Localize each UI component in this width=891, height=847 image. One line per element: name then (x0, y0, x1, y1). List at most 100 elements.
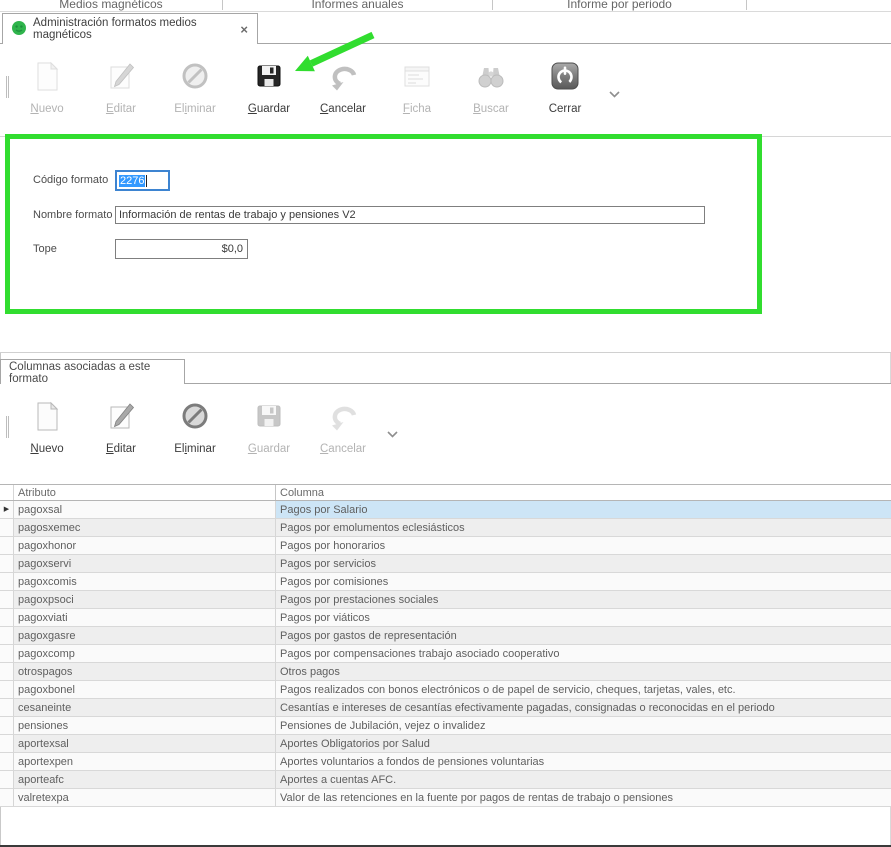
cell-columna[interactable]: Pagos por compensaciones trabajo asociad… (276, 645, 891, 663)
codigo-formato-input[interactable]: 2276 (115, 170, 170, 191)
columns-grid: Atributo Columna ▶ pagoxsal Pagos por Sa… (0, 484, 891, 807)
cell-atributo[interactable]: pagoxgasre (14, 627, 276, 645)
row-selector: ▶ (0, 501, 14, 519)
toolbar-button-label: Ficha (403, 103, 431, 115)
cell-atributo[interactable]: pagoxsal (14, 501, 276, 519)
tab-columnas-asociadas[interactable]: Columnas asociadas a este formato (0, 359, 185, 385)
table-row[interactable]: pagoxcomis Pagos por comisiones (0, 573, 891, 591)
undo-arrow-icon (326, 59, 360, 93)
table-row[interactable]: pagoxpsoci Pagos por prestaciones social… (0, 591, 891, 609)
cell-columna[interactable]: Pagos por viáticos (276, 609, 891, 627)
table-row[interactable]: pagosxemec Pagos por emolumentos eclesiá… (0, 519, 891, 537)
secondary-toolbar: Nuevo Editar Eliminar (0, 384, 891, 484)
cell-columna[interactable]: Aportes a cuentas AFC. (276, 771, 891, 789)
edit-pencil-icon (104, 59, 138, 93)
cell-columna[interactable]: Aportes Obligatorios por Salud (276, 735, 891, 753)
table-row[interactable]: pagoxgasre Pagos por gastos de represent… (0, 627, 891, 645)
cell-columna[interactable]: Pagos por emolumentos eclesiásticos (276, 519, 891, 537)
row-selector (0, 609, 14, 627)
cell-atributo[interactable]: pagoxbonel (14, 681, 276, 699)
row-selector (0, 555, 14, 573)
cell-columna[interactable]: Cesantías e intereses de cesantías efect… (276, 699, 891, 717)
table-row[interactable]: pagoxcomp Pagos por compensaciones traba… (0, 645, 891, 663)
forbidden-icon (178, 399, 212, 433)
table-row[interactable]: pagoxservi Pagos por servicios (0, 555, 891, 573)
table-row[interactable]: pagoxhonor Pagos por honorarios (0, 537, 891, 555)
table-row[interactable]: valretexpa Valor de las retenciones en l… (0, 789, 891, 807)
cell-atributo[interactable]: otrospagos (14, 663, 276, 681)
column-header-atributo[interactable]: Atributo (14, 485, 276, 500)
save-floppy-icon (252, 59, 286, 93)
cell-atributo[interactable]: pagoxhonor (14, 537, 276, 555)
cell-columna[interactable]: Pensiones de Jubilación, vejez o invalid… (276, 717, 891, 735)
row-selector (0, 717, 14, 735)
tab-administracion-formatos[interactable]: Administración formatos medios magnético… (2, 13, 258, 44)
cell-columna[interactable]: Pagos por gastos de representación (276, 627, 891, 645)
cell-atributo[interactable]: cesaneinte (14, 699, 276, 717)
cerrar-button[interactable]: Cerrar (529, 59, 601, 115)
toolbar-button-label: Guardar (248, 103, 290, 115)
nuevo-button-2[interactable]: Nuevo (11, 399, 83, 455)
ficha-button: Ficha (381, 59, 453, 115)
cell-columna[interactable]: Aportes voluntarios a fondos de pensione… (276, 753, 891, 771)
toolbar-button-label: Editar (106, 443, 136, 455)
table-row[interactable]: aportexpen Aportes voluntarios a fondos … (0, 753, 891, 771)
edit-pencil-icon (104, 399, 138, 433)
cell-atributo[interactable]: pagoxcomis (14, 573, 276, 591)
cell-columna[interactable]: Pagos por comisiones (276, 573, 891, 591)
editar-button-2[interactable]: Editar (85, 399, 157, 455)
menu-item-informes-anuales[interactable]: Informes anuales (223, 0, 492, 11)
cell-atributo[interactable]: valretexpa (14, 789, 276, 807)
table-row[interactable]: pensiones Pensiones de Jubilación, vejez… (0, 717, 891, 735)
toolbar-grip[interactable] (6, 76, 9, 98)
cancelar-button[interactable]: Cancelar (307, 59, 379, 115)
cell-columna[interactable]: Pagos por honorarios (276, 537, 891, 555)
table-row[interactable]: pagoxbonel Pagos realizados con bonos el… (0, 681, 891, 699)
menu-item-informe-por-periodo[interactable]: Informe por periodo (493, 0, 746, 11)
cell-atributo[interactable]: pagoxviati (14, 609, 276, 627)
cell-atributo[interactable]: aporteafc (14, 771, 276, 789)
cell-atributo[interactable]: aportexsal (14, 735, 276, 753)
chevron-down-icon[interactable] (609, 85, 620, 103)
cell-columna[interactable]: Otros pagos (276, 663, 891, 681)
cell-columna[interactable]: Pagos por servicios (276, 555, 891, 573)
table-row[interactable]: pagoxviati Pagos por viáticos (0, 609, 891, 627)
cell-columna[interactable]: Valor de las retenciones en la fuente po… (276, 789, 891, 807)
table-row[interactable]: aportexsal Aportes Obligatorios por Salu… (0, 735, 891, 753)
save-floppy-icon (252, 399, 286, 433)
toolbar-button-label: Buscar (473, 103, 509, 115)
table-row[interactable]: otrospagos Otros pagos (0, 663, 891, 681)
format-form: Código formato 2276 Nombre formato Infor… (0, 137, 891, 352)
cell-columna[interactable]: Pagos por Salario (276, 501, 891, 519)
guardar-button-2: Guardar (233, 399, 305, 455)
chevron-down-icon[interactable] (387, 425, 398, 443)
cell-atributo[interactable]: pagosxemec (14, 519, 276, 537)
column-header-columna[interactable]: Columna (276, 485, 891, 500)
cell-atributo[interactable]: aportexpen (14, 753, 276, 771)
cell-columna[interactable]: Pagos por prestaciones sociales (276, 591, 891, 609)
table-row[interactable]: aporteafc Aportes a cuentas AFC. (0, 771, 891, 789)
row-selector (0, 573, 14, 591)
table-row[interactable]: ▶ pagoxsal Pagos por Salario (0, 501, 891, 519)
eliminar-button: Eliminar (159, 59, 231, 115)
grid-header: Atributo Columna (0, 484, 891, 501)
eliminar-button-2[interactable]: Eliminar (159, 399, 231, 455)
nombre-formato-input[interactable]: Información de rentas de trabajo y pensi… (115, 206, 705, 224)
toolbar-button-label: Eliminar (174, 103, 216, 115)
toolbar-button-label: Cancelar (320, 103, 366, 115)
cell-atributo[interactable]: pagoxpsoci (14, 591, 276, 609)
cell-atributo[interactable]: pagoxservi (14, 555, 276, 573)
table-row[interactable]: cesaneinte Cesantías e intereses de cesa… (0, 699, 891, 717)
row-selector (0, 537, 14, 555)
guardar-button[interactable]: Guardar (233, 59, 305, 115)
cell-atributo[interactable]: pagoxcomp (14, 645, 276, 663)
toolbar-grip[interactable] (6, 416, 9, 438)
cell-columna[interactable]: Pagos realizados con bonos electrónicos … (276, 681, 891, 699)
tope-input[interactable]: $0,0 (115, 239, 248, 259)
editar-button: Editar (85, 59, 157, 115)
columns-tabstrip: Columnas asociadas a este formato (0, 352, 891, 384)
menu-item-medios-magneticos[interactable]: Medios magnéticos (0, 0, 222, 11)
close-tab-icon[interactable]: × (240, 23, 248, 36)
toolbar-button-label: Cerrar (549, 103, 582, 115)
cell-atributo[interactable]: pensiones (14, 717, 276, 735)
